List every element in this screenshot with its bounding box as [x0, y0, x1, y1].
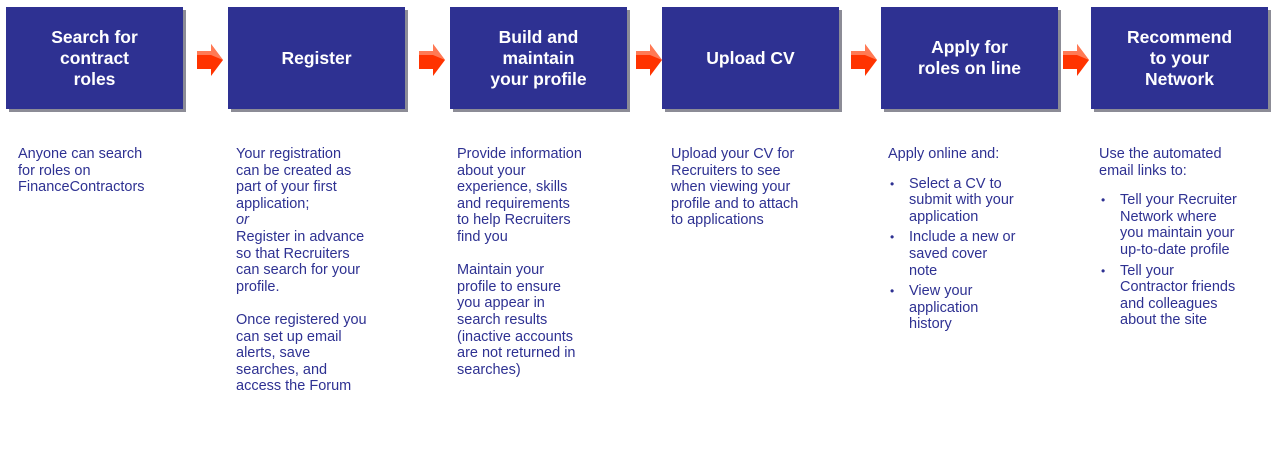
bullet-text: View your application history [909, 283, 979, 333]
step-5-bullet-item: • View your application history [888, 283, 1078, 333]
step-5-box: Apply for roles on line [881, 7, 1058, 109]
step-4-description: Upload your CV for Recruiters to see whe… [671, 146, 861, 229]
step-1-box: Search for contract roles [6, 7, 183, 109]
step-6-bullet-list: • Tell your Recruiter Network where you m… [1099, 192, 1271, 329]
step-2-paragraph: Your registration can be created as part… [236, 146, 352, 212]
step-2-paragraph: Register in advance so that Recruiters c… [236, 228, 365, 295]
step-1-description: Anyone can search for roles on FinanceCo… [18, 146, 208, 196]
step-5-bullet-item: • Include a new or saved cover note [888, 229, 1078, 279]
step-1-title: Search for contract roles [51, 26, 138, 89]
bullet-icon: • [890, 230, 895, 245]
step-1-paragraph: Anyone can search for roles on FinanceCo… [18, 146, 145, 196]
step-3-description: Provide information about your experienc… [457, 146, 647, 378]
step-6-title: Recommend to your Network [1126, 26, 1233, 89]
step-6-box: Recommend to your Network [1091, 7, 1268, 109]
step-2-paragraph: Once registered you can set up email ale… [236, 311, 367, 395]
bullet-text: Tell your Contractor friends and colleag… [1120, 262, 1236, 329]
arrow-4-icon [851, 44, 877, 76]
step-6-paragraph: Use the automated email links to: [1099, 146, 1222, 179]
bullet-icon: • [1101, 193, 1106, 208]
step-5-description: Apply online and: • Select a CV to submit… [888, 146, 1078, 337]
arrow-2-icon [419, 44, 445, 76]
step-2-description: Your registration can be created as part… [236, 146, 426, 395]
bullet-icon: • [1101, 263, 1106, 278]
step-3-title: Build and maintain your profile [490, 26, 587, 89]
bullet-icon: • [890, 284, 895, 299]
arrow-5-icon [1063, 44, 1089, 76]
step-6-bullet-item: • Tell your Contractor friends and collea… [1099, 263, 1271, 329]
bullet-text: Tell your Recruiter Network where you ma… [1120, 192, 1237, 258]
step-6-bullet-item: • Tell your Recruiter Network where you m… [1099, 192, 1271, 258]
step-4-title: Upload CV [706, 47, 795, 68]
step-6-description: Use the automated email links to: • Tell … [1099, 146, 1271, 333]
step-3-paragraph: Maintain your profile to ensure you appe… [457, 262, 576, 378]
step-2-title: Register [281, 47, 352, 68]
step-2-box: Register [228, 7, 405, 109]
step-3-paragraph: Provide information about your experienc… [457, 146, 582, 245]
step-4-box: Upload CV [662, 7, 839, 109]
bullet-icon: • [890, 176, 895, 191]
step-2-or-text: or [236, 212, 249, 229]
step-4-paragraph: Upload your CV for Recruiters to see whe… [671, 146, 799, 229]
step-5-title: Apply for roles on line [917, 37, 1022, 78]
bullet-text: Include a new or saved cover note [909, 229, 1016, 279]
bullet-text: Select a CV to submit with your applicat… [909, 175, 1014, 225]
step-5-bullet-item: • Select a CV to submit with your applica… [888, 176, 1078, 226]
arrow-3-icon [636, 44, 662, 76]
step-3-box: Build and maintain your profile [450, 7, 627, 109]
arrow-1-icon [197, 44, 223, 76]
step-5-bullet-list: • Select a CV to submit with your applica… [888, 176, 1078, 333]
step-5-paragraph: Apply online and: [888, 146, 1000, 162]
